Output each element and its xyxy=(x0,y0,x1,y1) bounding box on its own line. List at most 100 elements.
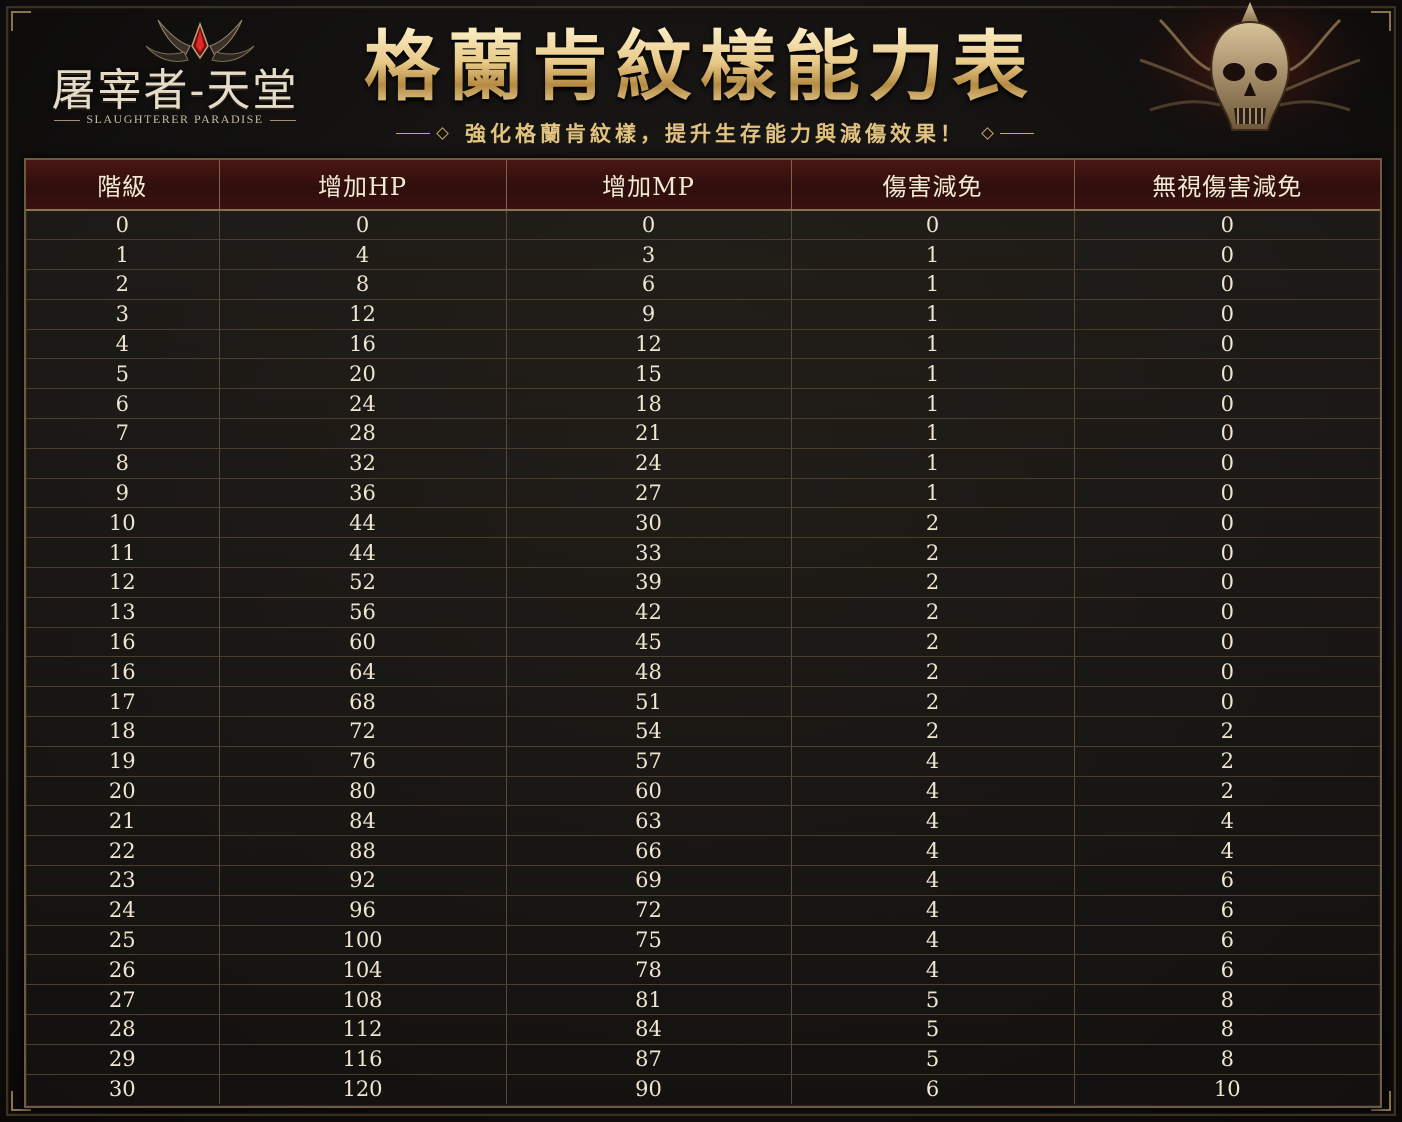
table-row: 00000 xyxy=(26,210,1380,241)
table-cell: 2 xyxy=(791,507,1075,539)
table-cell: 72 xyxy=(219,716,507,747)
table-cell: 4 xyxy=(791,895,1075,926)
table-cell: 60 xyxy=(506,776,792,807)
table-cell: 54 xyxy=(506,716,792,747)
table-cell: 6 xyxy=(1074,925,1380,956)
table-cell: 1 xyxy=(791,329,1075,360)
table-cell: 24 xyxy=(506,448,792,479)
table-row: 26 104 78 4 6 xyxy=(26,954,1380,986)
table-cell: 100 xyxy=(219,925,507,956)
table-cell: 108 xyxy=(219,984,507,1016)
ability-table-frame: 階級 增加HP 增加MP 傷害減免 無視傷害減免 0 0 0 0 0 1 4 3 1 0 2 8 6 1 0 3 12 9… xyxy=(24,158,1382,1108)
table-cell: 3 xyxy=(506,239,792,271)
table-cell: 2 xyxy=(791,627,1075,658)
table-cell: 6 xyxy=(1074,895,1380,926)
table-cell: 1 xyxy=(791,239,1075,271)
table-cell: 2 xyxy=(791,597,1075,628)
table-cell: 4 xyxy=(791,746,1075,777)
column-header: 傷害減免 xyxy=(791,160,1075,211)
table-cell: 17 xyxy=(26,686,220,718)
table-row: 14310 xyxy=(26,239,1380,271)
logo-subtitle: SLAUGHTERER PARADISE xyxy=(30,112,320,127)
table-cell: 9 xyxy=(26,478,220,509)
diamond-ornament-icon xyxy=(981,126,994,140)
table-cell: 12 xyxy=(219,299,507,330)
table-cell: 5 xyxy=(791,984,1075,1016)
table-row: 29 116 87 5 8 xyxy=(26,1044,1380,1075)
table-cell: 0 xyxy=(1074,418,1380,449)
table-cell: 0 xyxy=(1074,478,1380,509)
table-cell: 4 xyxy=(791,925,1075,956)
column-header: 增加HP xyxy=(219,160,507,211)
table-cell: 23 xyxy=(26,865,220,896)
table-cell: 0 xyxy=(1074,507,1380,539)
table-cell: 2 xyxy=(791,567,1075,598)
table-cell: 72 xyxy=(506,895,792,926)
table-cell: 8 xyxy=(26,448,220,479)
table-cell: 2 xyxy=(26,269,220,300)
table-row: 8 32 24 1 0 xyxy=(26,448,1380,479)
table-row: 7 28 21 1 0 xyxy=(26,418,1380,449)
table-row: 16 64 48 2 0 xyxy=(26,656,1380,688)
table-row: 5 20 15 1 0 xyxy=(26,358,1380,390)
table-cell: 39 xyxy=(506,567,792,598)
table-row: 9 36 27 1 0 xyxy=(26,478,1380,509)
table-cell: 8 xyxy=(219,269,507,300)
table-cell: 9 xyxy=(506,299,792,330)
table-cell: 45 xyxy=(506,627,792,658)
frame-corner xyxy=(11,11,31,31)
table-cell: 2 xyxy=(791,537,1075,569)
table-cell: 1 xyxy=(791,299,1075,330)
table-cell: 11 xyxy=(26,537,220,569)
table-row: 12 52 39 2 0 xyxy=(26,567,1380,598)
table-cell: 6 xyxy=(506,269,792,300)
table-cell: 52 xyxy=(219,567,507,598)
table-cell: 12 xyxy=(506,329,792,360)
table-cell: 96 xyxy=(219,895,507,926)
table-cell: 4 xyxy=(791,835,1075,867)
table-cell: 13 xyxy=(26,597,220,628)
table-cell: 4 xyxy=(791,776,1075,807)
table-cell: 0 xyxy=(1074,656,1380,688)
table-row: 27 108 81 5 8 xyxy=(26,984,1380,1016)
table-cell: 20 xyxy=(219,358,507,390)
table-cell: 51 xyxy=(506,686,792,718)
table-cell: 18 xyxy=(26,716,220,747)
table-cell: 21 xyxy=(26,805,220,837)
table-cell: 57 xyxy=(506,746,792,777)
table-row: 11 44 33 2 0 xyxy=(26,537,1380,569)
column-header: 無視傷害減免 xyxy=(1074,160,1380,211)
table-row: 16 60 45 2 0 xyxy=(26,627,1380,658)
table-cell: 28 xyxy=(26,1014,220,1045)
subtitle-row: 強化格蘭肯紋樣，提升生存能力與減傷效果！ xyxy=(360,118,1070,148)
table-row: 28 112 84 5 8 xyxy=(26,1014,1380,1045)
table-cell: 16 xyxy=(26,656,220,688)
table-row: 19 76 57 4 2 xyxy=(26,746,1380,777)
table-cell: 1 xyxy=(26,239,220,271)
table-cell: 48 xyxy=(506,656,792,688)
table-cell: 6 xyxy=(1074,954,1380,986)
table-cell: 1 xyxy=(791,418,1075,449)
table-cell: 10 xyxy=(26,507,220,539)
table-cell: 0 xyxy=(1074,329,1380,360)
table-cell: 5 xyxy=(791,1044,1075,1075)
table-row: 6 24 18 1 0 xyxy=(26,388,1380,420)
table-cell: 8 xyxy=(1074,1044,1380,1075)
table-cell: 5 xyxy=(791,1014,1075,1045)
table-cell: 27 xyxy=(26,984,220,1016)
table-row: 24 96 72 4 6 xyxy=(26,895,1380,926)
table-cell: 87 xyxy=(506,1044,792,1075)
table-cell: 4 xyxy=(791,865,1075,896)
table-cell: 0 xyxy=(1074,627,1380,658)
table-cell: 6 xyxy=(26,388,220,420)
table-cell: 29 xyxy=(26,1044,220,1075)
table-cell: 56 xyxy=(219,597,507,628)
table-cell: 2 xyxy=(1074,716,1380,747)
table-cell: 4 xyxy=(791,805,1075,837)
table-cell: 0 xyxy=(219,210,507,241)
table-row: 18 72 54 2 2 xyxy=(26,716,1380,747)
table-cell: 12 xyxy=(26,567,220,598)
table-cell: 64 xyxy=(219,656,507,688)
table-cell: 0 xyxy=(1074,388,1380,420)
table-cell: 0 xyxy=(1074,567,1380,598)
